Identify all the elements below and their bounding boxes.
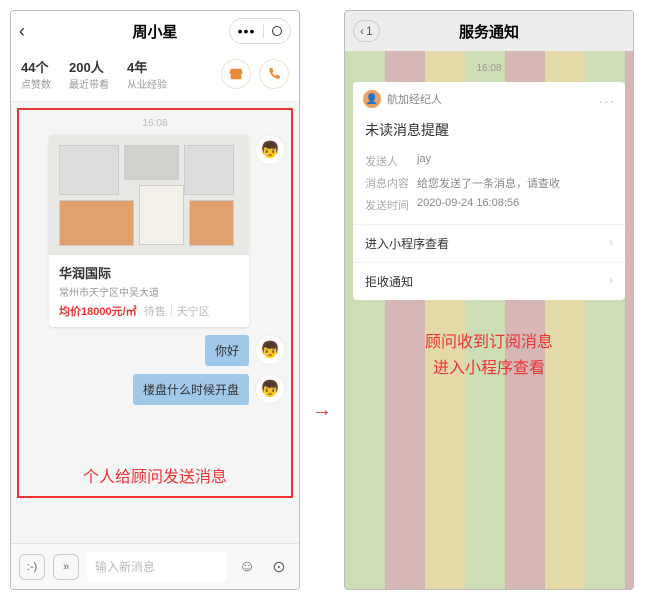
notification-row: 消息内容 给您发送了一条消息，请查收 — [353, 172, 625, 194]
call-button[interactable] — [259, 59, 289, 89]
action-reject[interactable]: 拒收通知 › — [353, 262, 625, 300]
message-input[interactable]: 输入新消息 — [87, 552, 227, 582]
stat-likes: 44个 点赞数 — [21, 57, 51, 91]
arrow-icon: → — [312, 399, 332, 422]
camera-icon[interactable]: ⊙ — [267, 557, 291, 577]
chevron-right-icon: › — [609, 235, 613, 252]
timestamp: 16:08 — [353, 63, 625, 74]
message-row: 你好 👦 — [25, 335, 285, 366]
avatar[interactable]: 👦 — [255, 335, 285, 365]
avatar[interactable]: 👦 — [255, 374, 285, 404]
notification-card[interactable]: 👤 航加经纪人 ... 未读消息提醒 发送人 jay 消息内容 给您发送了一条消… — [353, 82, 625, 300]
stat-experience: 4年 从业经验 — [127, 57, 167, 91]
avatar[interactable]: 👦 — [255, 135, 285, 165]
voice-icon[interactable]: » — [53, 554, 79, 580]
notification-title: 未读消息提醒 — [353, 116, 625, 150]
chevron-right-icon: › — [609, 273, 613, 290]
app-icon: 👤 — [363, 90, 381, 108]
app-name: 航加经纪人 — [387, 91, 593, 107]
miniprogram-pill[interactable]: ••• — [229, 18, 291, 44]
message-row: 楼盘什么时候开盘 👦 — [25, 374, 285, 405]
page-title: 服务通知 — [459, 21, 519, 42]
left-caption: 个人给顾问发送消息 — [11, 463, 299, 487]
emoji-icon[interactable]: ☺ — [235, 558, 259, 576]
property-card[interactable]: 华润国际 常州市天宁区中吴大道 均价18000元/㎡ 待售｜天宁区 — [49, 135, 249, 327]
more-icon[interactable]: ••• — [230, 23, 263, 39]
stat-views: 200人 最近带看 — [69, 57, 109, 91]
chat-highlight-box: 16:08 华润国际 常州市天宁区中吴大道 均价18000元/㎡ 待售 — [17, 108, 293, 498]
more-icon[interactable]: ... — [599, 90, 615, 108]
keyboard-icon[interactable]: :-) — [19, 554, 45, 580]
property-title: 华润国际 — [59, 263, 239, 282]
action-open-miniprogram[interactable]: 进入小程序查看 › — [353, 224, 625, 262]
back-button[interactable]: ‹ 1 — [353, 20, 380, 42]
property-address: 常州市天宁区中吴大道 — [59, 284, 239, 299]
left-header: ‹ 周小星 ••• — [11, 11, 299, 51]
chevron-left-icon: ‹ — [360, 24, 364, 38]
chat-title: 周小星 — [132, 21, 177, 42]
right-caption: 顾问收到订阅消息 进入小程序查看 — [353, 330, 625, 381]
message-bubble: 你好 — [205, 335, 249, 366]
floorplan-image — [49, 135, 249, 255]
close-icon[interactable] — [272, 26, 282, 36]
stats-bar: 44个 点赞数 200人 最近带看 4年 从业经验 — [11, 51, 299, 102]
property-tags: 待售｜天宁区 — [144, 306, 210, 318]
timestamp: 16:08 — [21, 118, 289, 129]
input-bar: :-) » 输入新消息 ☺ ⊙ — [11, 543, 299, 589]
store-button[interactable] — [221, 59, 251, 89]
right-header: ‹ 1 服务通知 — [345, 11, 633, 51]
property-price: 均价18000元/㎡ — [59, 306, 137, 318]
message-bubble: 楼盘什么时候开盘 — [133, 374, 249, 405]
message-row-card: 华润国际 常州市天宁区中吴大道 均价18000元/㎡ 待售｜天宁区 👦 — [25, 135, 285, 327]
notification-row: 发送人 jay — [353, 150, 625, 172]
back-icon[interactable]: ‹ — [19, 21, 25, 42]
notification-header: 👤 航加经纪人 ... — [353, 82, 625, 116]
notification-row: 发送时间 2020-09-24 16:08:56 — [353, 194, 625, 216]
